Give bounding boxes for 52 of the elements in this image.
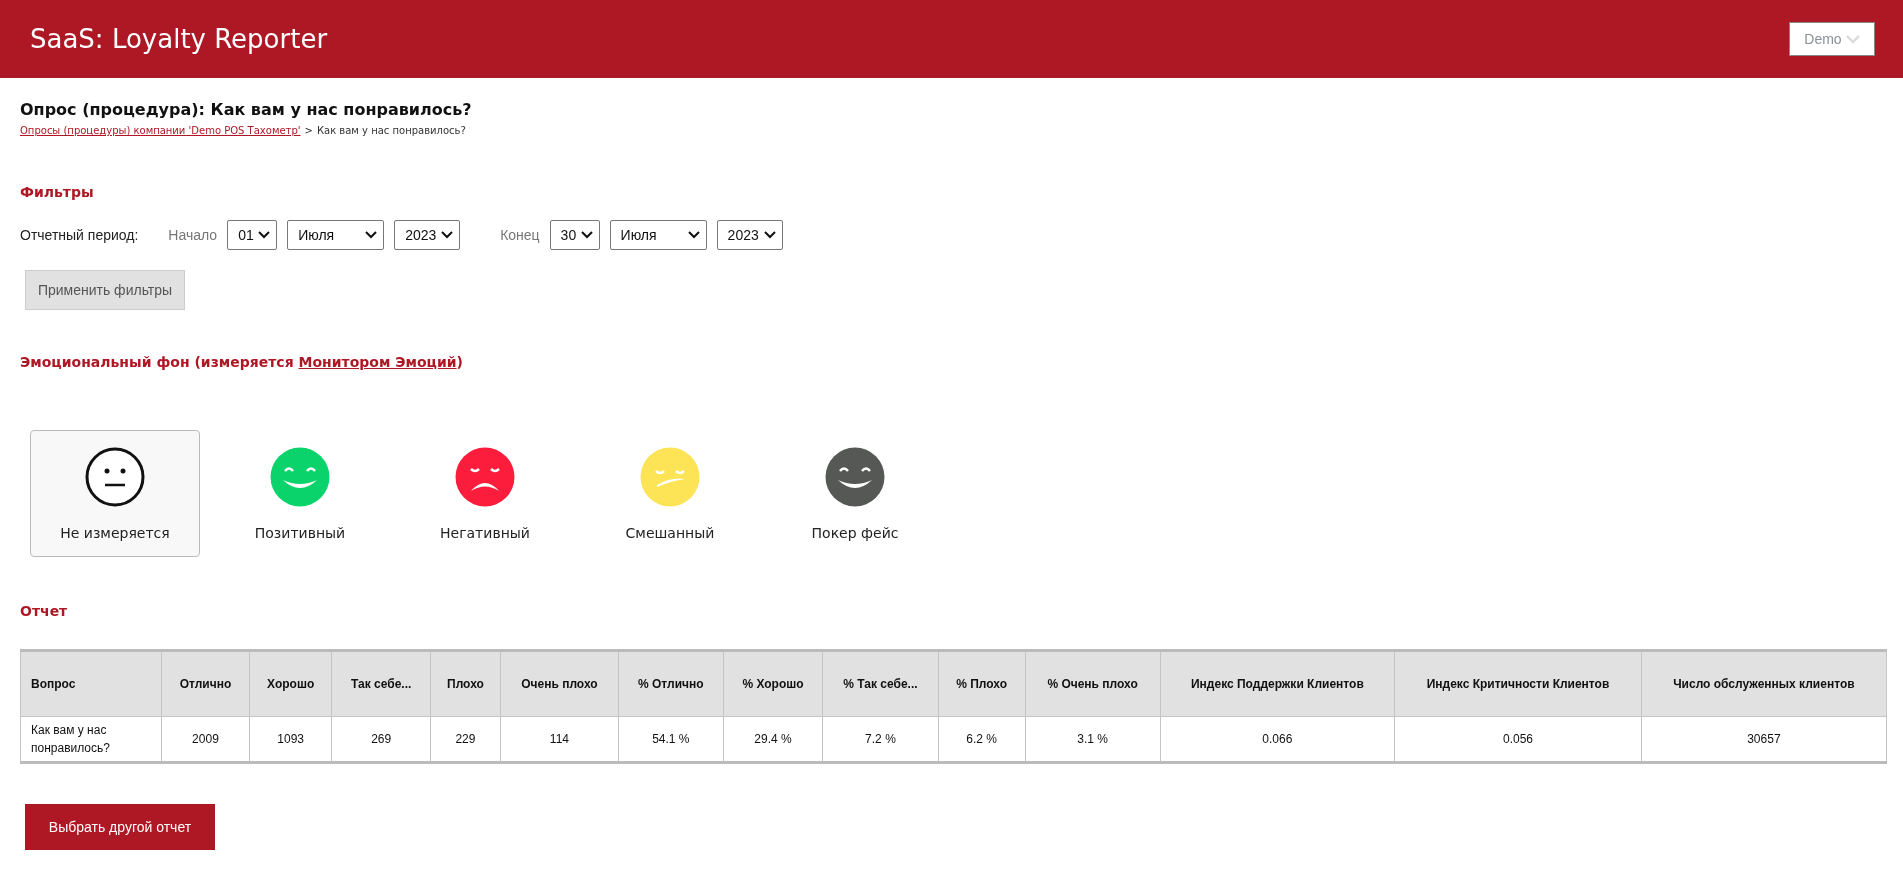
column-header: Отлично — [161, 650, 250, 717]
emotion-option[interactable]: Негативный — [400, 430, 570, 557]
column-header: Очень плохо — [500, 650, 619, 717]
column-header: % Так себе... — [822, 650, 939, 717]
column-header: Индекс Поддержки Клиентов — [1160, 650, 1395, 717]
month-select[interactable]: Июля — [287, 220, 385, 250]
caret-icon — [687, 231, 700, 239]
column-header: % Отлично — [618, 650, 724, 717]
breadcrumb-current: Как вам у нас понравилось? — [316, 125, 466, 136]
year-select[interactable]: 2023 — [394, 220, 461, 250]
caret-icon — [258, 231, 271, 239]
column-header: Хорошо — [249, 650, 332, 717]
column-header: % Очень плохо — [1025, 650, 1161, 717]
column-header: Плохо — [430, 650, 501, 717]
section-heading: Фильтры — [20, 184, 95, 200]
column-header: Число обслуженных клиентов — [1641, 650, 1887, 717]
day-select[interactable]: 30 — [549, 220, 600, 250]
breadcrumb-link[interactable]: Опросы (процедуры) компании 'Demo POS Тахометр' — [20, 125, 301, 136]
emotion-label: Смешанный — [625, 524, 715, 541]
day-select[interactable]: 01 — [227, 220, 278, 250]
app-title: SaaS: Loyalty Reporter — [30, 24, 328, 54]
year-select[interactable]: 2023 — [716, 220, 783, 250]
emotion-label: Покер фейс — [811, 524, 899, 541]
apply-filters-button[interactable]: Применить фильтры — [25, 270, 185, 310]
month-select[interactable]: Июля — [609, 220, 707, 250]
choose-report-button[interactable]: Выбрать другой отчет — [25, 804, 215, 850]
emotion-monitor-link[interactable]: Монитором Эмоций — [298, 354, 457, 370]
column-header: Вопрос — [20, 650, 162, 717]
range-label: Конец — [500, 227, 540, 243]
emotion-option[interactable]: Позитивный — [215, 430, 385, 557]
caret-icon — [763, 231, 776, 239]
caret-icon — [441, 231, 454, 239]
emotion-label: Негативный — [440, 524, 530, 541]
section-heading: Отчет — [20, 603, 69, 619]
range-label: Начало — [168, 227, 218, 243]
page-title: Опрос (процедура): Как вам у нас понравилось? — [20, 100, 473, 119]
breadcrumb-separator: > — [304, 125, 313, 136]
emotion-label: Не измеряется — [60, 524, 170, 541]
emotion-option[interactable]: Смешанный — [585, 430, 755, 557]
period-label: Отчетный период: — [20, 227, 139, 243]
caret-icon — [580, 231, 593, 239]
column-header: % Плохо — [938, 650, 1026, 717]
section-heading: Эмоциональный фон (измеряется Монитором Эмоций) — [20, 354, 464, 370]
column-header: % Хорошо — [723, 650, 823, 717]
emotion-option[interactable]: Покер фейс — [770, 430, 940, 557]
caret-icon — [365, 231, 378, 239]
table-cell: Как вам у нас понравилось? — [20, 716, 162, 763]
column-header: Так себе... — [331, 650, 431, 717]
column-header: Индекс Критичности Клиентов — [1394, 650, 1642, 717]
chevron-icon — [1845, 34, 1860, 44]
emotion-option[interactable]: Не измеряется — [30, 430, 200, 557]
emotion-label: Позитивный — [254, 524, 346, 541]
